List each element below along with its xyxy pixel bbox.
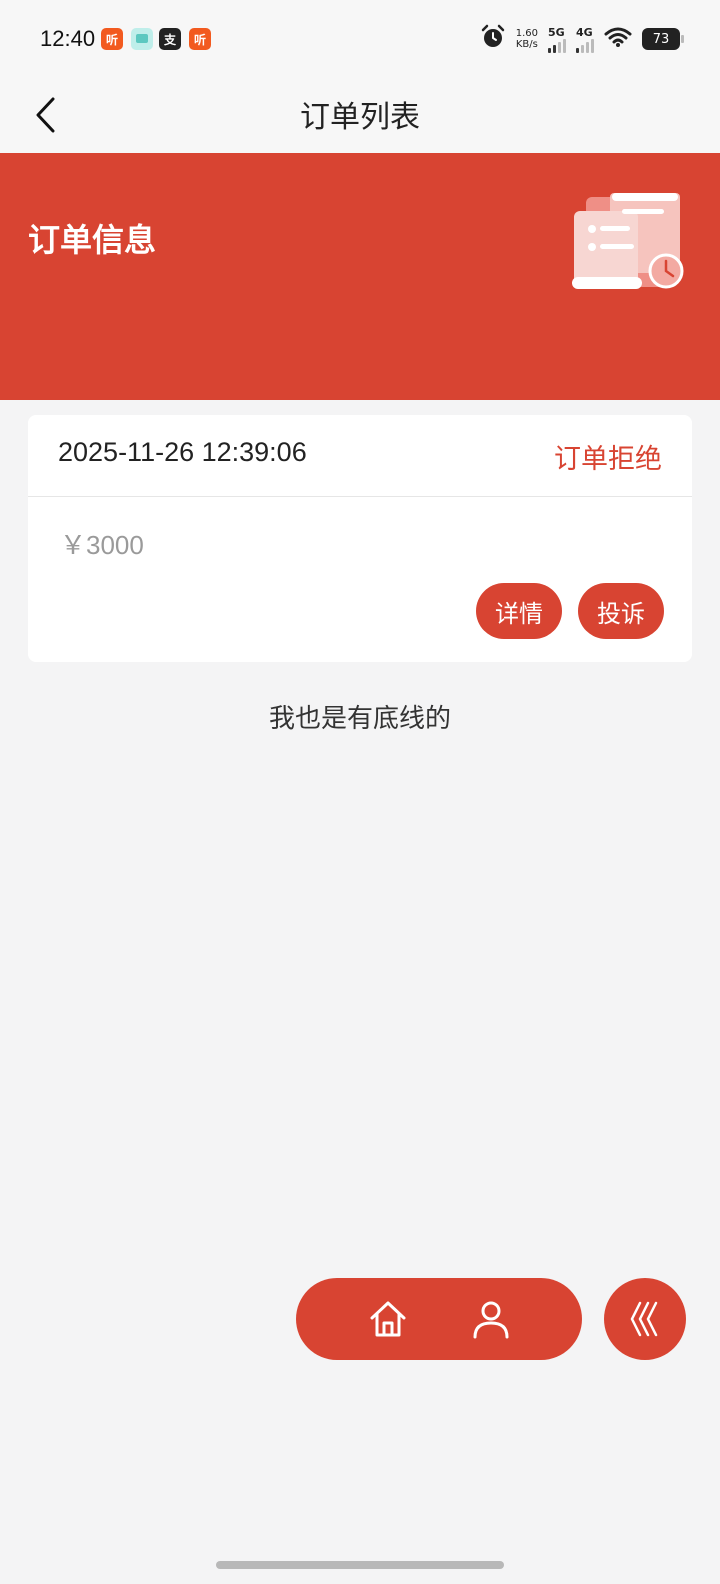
net-speed-value: 1.60 bbox=[515, 28, 538, 39]
status-bar: 12:40 听 支 听 1.60 KB/s 5G 4G 73 bbox=[0, 0, 720, 80]
message-app-icon bbox=[131, 28, 153, 50]
signal-5g: 5G bbox=[548, 26, 566, 53]
signal-4g: 4G bbox=[576, 26, 594, 53]
order-card[interactable]: 2025-11-26 12:39:06 订单拒绝 ￥3000 详情 投诉 bbox=[28, 415, 692, 662]
signal-4g-label: 4G bbox=[576, 25, 593, 39]
order-complaint-button[interactable]: 投诉 bbox=[578, 583, 664, 639]
home-icon[interactable] bbox=[364, 1295, 412, 1343]
order-card-header: 2025-11-26 12:39:06 订单拒绝 bbox=[28, 415, 692, 497]
signal-5g-label: 5G bbox=[548, 25, 565, 39]
order-actions: 详情 投诉 bbox=[476, 583, 664, 639]
order-info-banner: 订单信息 bbox=[0, 153, 720, 400]
order-datetime: 2025-11-26 12:39:06 bbox=[58, 437, 307, 467]
banner-title: 订单信息 bbox=[28, 221, 157, 259]
ting-app-icon: 听 bbox=[189, 28, 211, 50]
home-indicator[interactable] bbox=[216, 1561, 504, 1569]
user-icon[interactable] bbox=[467, 1295, 515, 1343]
page-title: 订单列表 bbox=[300, 100, 420, 135]
net-speed: 1.60 KB/s bbox=[516, 28, 538, 50]
collapse-nav-button[interactable] bbox=[604, 1278, 686, 1360]
alipay-app-icon: 支 bbox=[159, 28, 181, 50]
floating-nav bbox=[296, 1278, 582, 1360]
order-status-badge: 订单拒绝 bbox=[554, 444, 662, 475]
battery-indicator: 73 bbox=[642, 28, 684, 50]
net-speed-unit: KB/s bbox=[515, 39, 538, 50]
alarm-icon bbox=[480, 24, 506, 54]
list-end-text: 我也是有底线的 bbox=[268, 704, 451, 734]
wifi-icon bbox=[604, 26, 632, 52]
signal-4g-bars-icon bbox=[576, 38, 594, 53]
signal-5g-bars-icon bbox=[548, 38, 566, 53]
order-list-page: 12:40 听 支 听 1.60 KB/s 5G 4G 73 订单列表 订单信息… bbox=[0, 0, 720, 1584]
order-amount: ￥3000 bbox=[60, 530, 144, 560]
nav-header: 订单列表 bbox=[0, 80, 720, 153]
status-time: 12:40 bbox=[40, 26, 96, 51]
receipt-scroll-icon bbox=[572, 193, 684, 289]
order-detail-button[interactable]: 详情 bbox=[476, 583, 562, 639]
ting-app-icon: 听 bbox=[101, 28, 123, 50]
status-indicators: 1.60 KB/s 5G 4G 73 bbox=[480, 24, 684, 54]
chevrons-left-icon bbox=[630, 1301, 658, 1337]
